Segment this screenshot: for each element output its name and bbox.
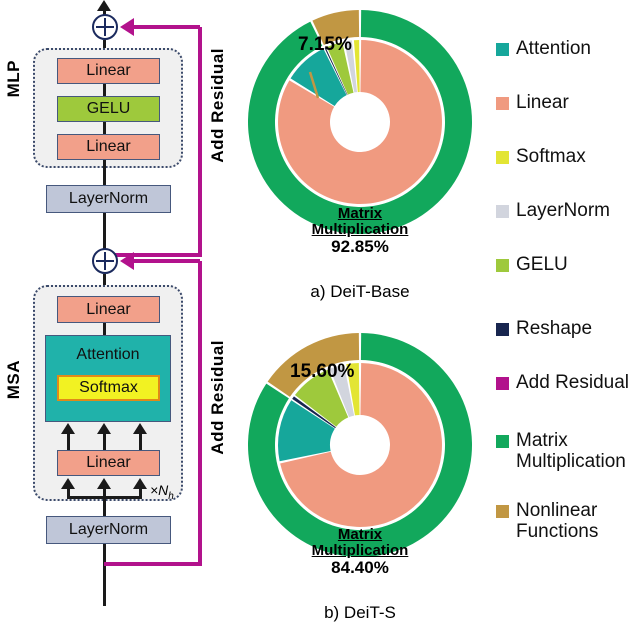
residual-line-top-2 — [134, 259, 200, 263]
legend-label: Linear — [516, 92, 569, 113]
qkv-arrow-1-icon — [61, 423, 75, 434]
legend-swatch-icon — [496, 43, 509, 56]
add-residual-label-msa: Add Residual — [208, 340, 227, 455]
qkv-arrow-line-2 — [103, 432, 106, 450]
legend-label: Attention — [516, 38, 591, 59]
residual-line-vert-2 — [198, 261, 202, 566]
qkv-arrow-line-1 — [67, 432, 70, 450]
legend-item-layernorm[interactable]: LayerNorm — [496, 200, 610, 221]
residual-line-bottom-2 — [104, 562, 202, 566]
legend-swatch-icon — [496, 377, 509, 390]
donut-rings-deit-base — [248, 10, 472, 234]
output-arrow-icon — [97, 0, 111, 11]
legend-item-softmax[interactable]: Softmax — [496, 146, 586, 167]
fanin-arrow-1-icon — [61, 478, 75, 489]
center-label-value-deit-base: 92.85% — [331, 236, 389, 256]
center-label-deit-base: Matrix Multiplication 92.85% — [248, 206, 472, 255]
qkv-arrow-line-3 — [139, 432, 142, 450]
block-msa-layernorm: LayerNorm — [46, 516, 171, 544]
residual-line-vert-1 — [198, 27, 202, 255]
chart-deit-base: 7.15% Matrix Multiplication 92.85% a) De… — [248, 10, 472, 310]
num-heads-text: ×N — [150, 482, 169, 498]
block-mlp-gelu: GELU — [57, 96, 160, 122]
legend-item-attention[interactable]: Attention — [496, 38, 591, 59]
legend-item-linear[interactable]: Linear — [496, 92, 569, 113]
residual-arrow-1-icon — [120, 18, 134, 36]
legend-label: Matrix Multiplication — [516, 430, 626, 473]
legend-swatch-icon — [496, 323, 509, 336]
block-mlp-linear-in: Linear — [57, 134, 160, 160]
residual-line-top-1 — [134, 25, 200, 29]
msa-link-4 — [103, 496, 106, 516]
legend-item-reshape[interactable]: Reshape — [496, 318, 592, 339]
block-mlp-layernorm: LayerNorm — [46, 185, 171, 213]
qkv-arrow-3-icon — [133, 423, 147, 434]
legend-swatch-icon — [496, 205, 509, 218]
num-heads-sub: h — [168, 490, 174, 502]
mlp-link-2 — [103, 122, 106, 134]
legend-swatch-icon — [496, 259, 509, 272]
donut-rings-deit-s — [248, 333, 472, 557]
chart-deit-s: 15.60% Matrix Multiplication 84.40% b) D… — [248, 333, 472, 622]
legend-label: LayerNorm — [516, 200, 610, 221]
residual-arrow-2-icon — [120, 252, 134, 270]
legend-swatch-icon — [496, 505, 509, 518]
add-residual-label-mlp: Add Residual — [208, 48, 227, 163]
trunk-line-bottom — [103, 544, 106, 606]
legend-swatch-icon — [496, 97, 509, 110]
mlp-section-label: MLP — [4, 60, 23, 98]
center-label-line1-deit-s: Matrix — [337, 526, 383, 543]
msa-link-1 — [103, 323, 106, 335]
chart-legend: Attention Linear Softmax LayerNorm GELU Resha… — [496, 0, 640, 618]
legend-label: Softmax — [516, 146, 586, 167]
legend-label: Reshape — [516, 318, 593, 339]
msa-section-label: MSA — [4, 360, 23, 400]
legend-label: Nonlinear Functions — [516, 500, 599, 543]
mlp-link-3 — [103, 160, 106, 185]
center-label-line2-deit-base: Multiplication — [311, 220, 409, 238]
fanin-arrow-2-icon — [97, 478, 111, 489]
mlp-link-1 — [103, 84, 106, 96]
caption-deit-base: a) DeiT-Base — [310, 282, 410, 301]
legend-item-nonlinear-functions[interactable]: Nonlinear Functions — [496, 500, 598, 543]
legend-item-matrix-multiplication[interactable]: Matrix Multiplication — [496, 430, 626, 473]
residual-line-bottom-1 — [104, 253, 202, 257]
legend-label: GELU — [516, 254, 568, 275]
fanin-arrow-3-icon — [133, 478, 147, 489]
block-mlp-linear-out: Linear — [57, 58, 160, 84]
num-heads-label: ×Nh — [150, 482, 174, 502]
block-msa-linear-out: Linear — [57, 296, 160, 323]
legend-item-add-residual[interactable]: Add Residual — [496, 372, 629, 393]
caption-deit-s: b) DeiT-S — [324, 603, 396, 622]
block-msa-softmax: Softmax — [57, 375, 160, 401]
callout-nonlinear-deit-base: 7.15% — [298, 34, 352, 55]
legend-item-gelu[interactable]: GELU — [496, 254, 568, 275]
center-label-line2-deit-s: Multiplication — [311, 541, 409, 559]
center-label-deit-s: Matrix Multiplication 84.40% — [248, 527, 472, 576]
adder-bottom-icon — [92, 248, 118, 274]
legend-swatch-icon — [496, 151, 509, 164]
transformer-block-diagram: MLP Linear GELU Linear LayerNorm Add Res… — [0, 0, 240, 618]
center-label-value-deit-s: 84.40% — [331, 557, 389, 577]
qkv-arrow-2-icon — [97, 423, 111, 434]
adder-top-icon — [92, 14, 118, 40]
callout-nonlinear-deit-s: 15.60% — [290, 361, 355, 382]
block-msa-linear-qkv: Linear — [57, 450, 160, 476]
legend-swatch-icon — [496, 435, 509, 448]
legend-label: Add Residual — [516, 372, 630, 393]
center-label-line1-deit-base: Matrix — [337, 205, 383, 222]
